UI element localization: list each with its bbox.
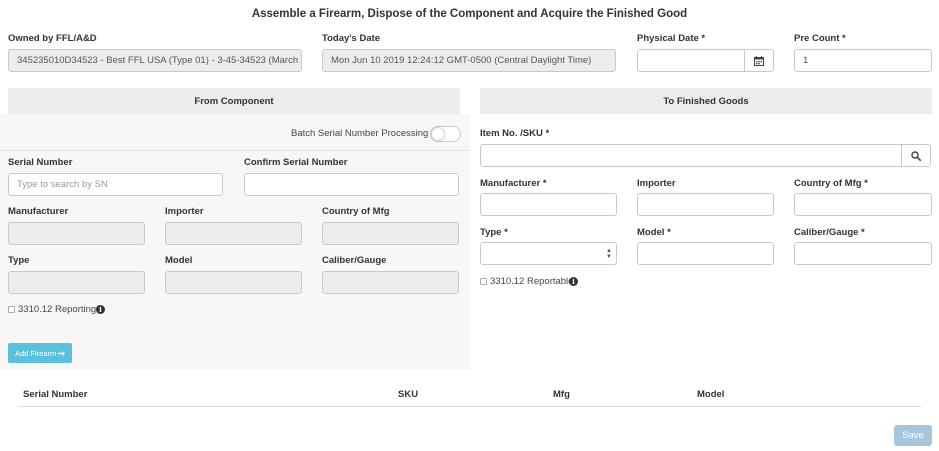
column-sku[interactable]: SKU — [398, 389, 418, 400]
calendar-button[interactable] — [744, 49, 774, 72]
from-caliber-label: Caliber/Gauge — [322, 255, 387, 266]
todays-date-field: Mon Jun 10 2019 12:24:12 GMT-0500 (Centr… — [322, 49, 616, 72]
owned-by-value: 345235010D34523 - Best FFL USA (Type 01)… — [17, 55, 302, 66]
item-sku-input[interactable] — [480, 144, 902, 167]
save-button[interactable]: Save — [894, 425, 932, 446]
to-country-label: Country of Mfg * — [794, 178, 868, 189]
batch-processing-label: Batch Serial Number Processing — [291, 128, 429, 139]
to-caliber-input[interactable] — [794, 242, 932, 265]
item-sku-label: Item No. /SKU * — [480, 128, 550, 139]
from-caliber-field — [322, 271, 459, 294]
from-country-field — [322, 222, 459, 245]
reporting-info-icon[interactable]: i — [96, 305, 105, 314]
column-mfg[interactable]: Mfg — [553, 389, 570, 400]
owned-by-label: Owned by FFL/A&D — [8, 33, 97, 44]
from-type-label: Type — [8, 255, 30, 266]
to-manufacturer-label: Manufacturer * — [480, 178, 547, 189]
serial-number-input[interactable]: Type to search by SN — [8, 173, 223, 196]
select-arrows-icon: ▲ ▼ — [606, 248, 612, 260]
calendar-icon — [754, 55, 764, 66]
from-importer-label: Importer — [165, 206, 204, 217]
confirm-serial-label: Confirm Serial Number — [244, 157, 348, 168]
reportable-info-icon[interactable]: i — [569, 277, 578, 286]
to-model-input[interactable] — [637, 242, 774, 265]
reportable-label: 3310.12 Reportable — [490, 276, 574, 287]
physical-date-label: Physical Date * — [637, 33, 706, 44]
serial-number-label: Serial Number — [8, 157, 73, 168]
to-type-select[interactable]: ▲ ▼ — [480, 242, 617, 265]
from-importer-field — [165, 222, 302, 245]
page-title: Assemble a Firearm, Dispose of the Compo… — [251, 8, 688, 20]
confirm-serial-input[interactable] — [244, 173, 459, 196]
from-type-field — [8, 271, 145, 294]
batch-processing-toggle[interactable] — [430, 126, 461, 142]
column-model[interactable]: Model — [697, 389, 724, 400]
reportable-checkbox[interactable] — [480, 278, 487, 285]
from-manufacturer-field — [8, 222, 145, 245]
to-importer-input[interactable] — [637, 193, 774, 216]
arrow-right-icon — [58, 350, 66, 356]
pre-count-value: 1 — [803, 55, 809, 66]
from-model-label: Model — [165, 255, 193, 266]
item-search-button[interactable] — [901, 144, 931, 167]
search-icon — [911, 150, 921, 161]
to-country-input[interactable] — [794, 193, 932, 216]
to-finished-header: To Finished Goods — [480, 88, 932, 114]
column-serial-number[interactable]: Serial Number — [23, 389, 87, 400]
to-model-label: Model * — [637, 227, 671, 238]
batch-divider — [0, 150, 470, 151]
from-model-field — [165, 271, 302, 294]
todays-date-value: Mon Jun 10 2019 12:24:12 GMT-0500 (Centr… — [331, 55, 592, 66]
to-type-label: Type * — [480, 227, 508, 238]
to-manufacturer-input[interactable] — [480, 193, 617, 216]
from-manufacturer-label: Manufacturer — [8, 206, 69, 217]
todays-date-label: Today's Date — [322, 33, 381, 44]
from-component-header: From Component — [8, 88, 460, 114]
physical-date-input[interactable] — [637, 49, 745, 72]
pre-count-input[interactable]: 1 — [794, 49, 932, 72]
from-country-label: Country of Mfg — [322, 206, 390, 217]
owned-by-select[interactable]: 345235010D34523 - Best FFL USA (Type 01)… — [8, 49, 302, 72]
add-firearm-button[interactable]: Add Firearm — [8, 343, 73, 363]
to-caliber-label: Caliber/Gauge * — [794, 227, 865, 238]
add-firearm-label: Add Firearm — [15, 348, 57, 358]
pre-count-label: Pre Count * — [794, 33, 846, 44]
table-header-divider — [18, 406, 921, 407]
reporting-checkbox[interactable] — [8, 306, 15, 313]
reporting-label: 3310.12 Reporting? — [18, 304, 102, 315]
toggle-knob — [432, 128, 444, 140]
to-importer-label: Importer — [637, 178, 676, 189]
